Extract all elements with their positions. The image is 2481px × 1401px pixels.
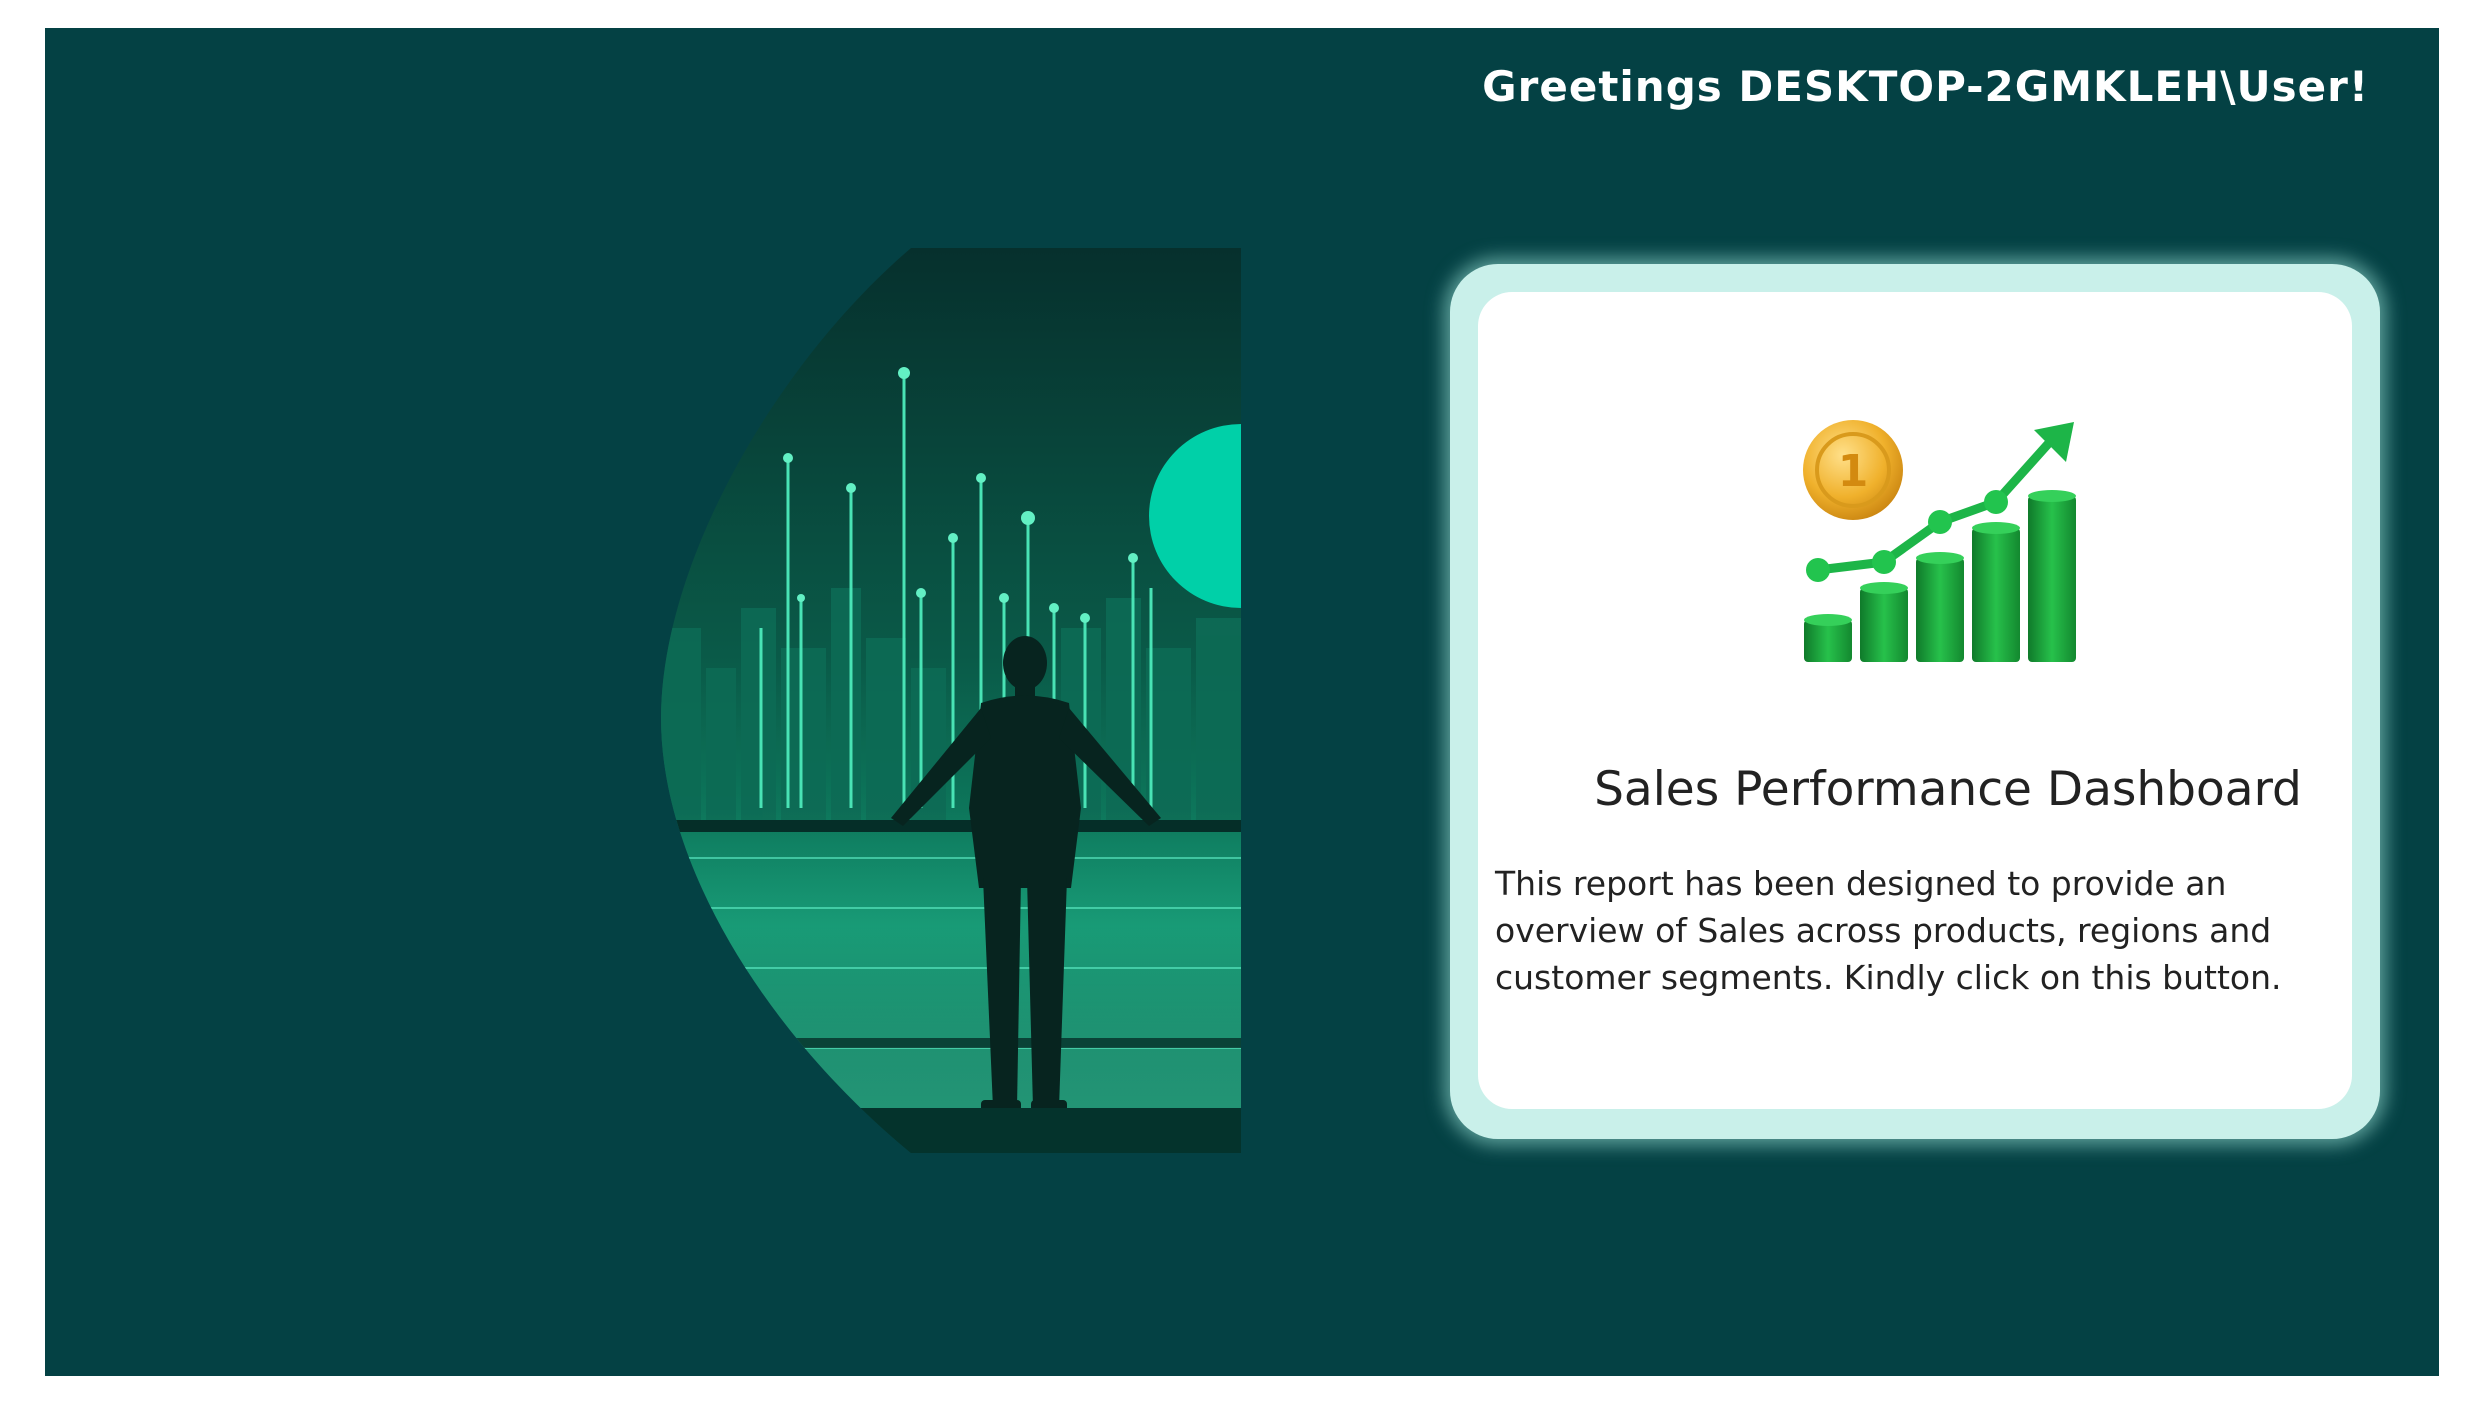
businessman-city-skyline-icon <box>661 248 1241 1153</box>
sales-dashboard-button[interactable]: 1 Sales Performance Dashboard This repor… <box>1450 264 2380 1139</box>
card-body[interactable]: 1 Sales Performance Dashboard This repor… <box>1478 292 2352 1109</box>
medal-number: 1 <box>1838 446 1869 497</box>
report-canvas: Greetings DESKTOP-2GMKLEH\User! 1 Sales … <box>45 28 2439 1376</box>
greeting-text: Greetings DESKTOP-2GMKLEH\User! <box>1482 62 2369 111</box>
sales-growth-chart-icon: 1 <box>1776 392 2106 672</box>
card-description: This report has been designed to provide… <box>1495 864 2282 997</box>
hero-image <box>661 248 1241 1153</box>
card-title: Sales Performance Dashboard <box>1594 762 2302 817</box>
